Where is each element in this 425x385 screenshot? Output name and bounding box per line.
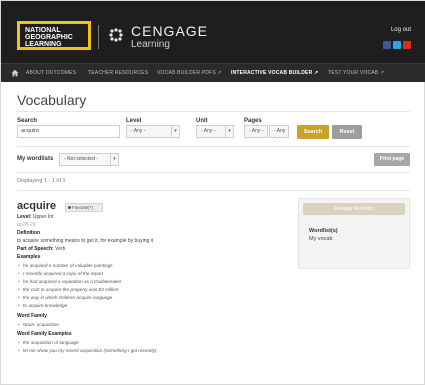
example-item: to acquire knowledge (18, 303, 67, 308)
pos-value: Verb (55, 246, 66, 252)
nav-vocab-builder-pdfs[interactable]: VOCAB BUILDER PDFS ↗ (157, 70, 222, 76)
nav-teacher-resources[interactable]: TEACHER RESOURCES (88, 70, 148, 76)
wordlist-panel: Manage Wordlists Wordlist(s) My vocab (298, 198, 410, 269)
wordlist-select[interactable]: - Not selected - ▾ (59, 153, 119, 166)
cengage-mark-icon (109, 28, 123, 42)
nav-about-outcomes[interactable]: ABOUT OUTCOMES (26, 70, 76, 76)
entry-pos: Part of Speech: Verb (17, 246, 65, 252)
definition-text: to acquire something means to get it, fo… (17, 238, 154, 244)
level-label: Level (126, 118, 142, 124)
pages-from-value: - Any - (249, 128, 264, 134)
twitter-icon[interactable] (393, 41, 401, 49)
pages-to-value: - Any - (274, 128, 286, 145)
definition-label: Definition (17, 230, 41, 236)
app-window: NATIONAL GEOGRAPHIC LEARNING CENGAGE Lea… (0, 0, 425, 385)
word-family-heading: Word Family (17, 313, 47, 319)
reset-button[interactable]: Reset (332, 125, 362, 139)
page-title: Vocabulary (17, 92, 87, 108)
entry-pages: pp28-29 (17, 222, 36, 228)
my-wordlists-label: My wordlists (17, 156, 54, 162)
example-item: I recently acquired a copy of the report (18, 271, 103, 276)
pages-from-select[interactable]: - Any - (244, 125, 268, 138)
definition-heading: Definition (17, 230, 40, 236)
cengage-wordmark-sub: Learning (131, 39, 170, 50)
search-button[interactable]: Search (297, 125, 329, 139)
divider (17, 111, 410, 112)
site-header: NATIONAL GEOGRAPHIC LEARNING CENGAGE Lea… (1, 1, 425, 63)
facebook-icon[interactable] (383, 41, 391, 49)
chevron-down-icon: ▾ (110, 154, 118, 165)
natgeo-logo[interactable]: NATIONAL GEOGRAPHIC LEARNING (17, 21, 91, 50)
pages-to-select[interactable]: - Any - (269, 125, 289, 145)
entry-word: acquire (17, 200, 57, 212)
examples-heading: Examples (17, 254, 40, 260)
print-page-button[interactable]: Print page (374, 153, 410, 166)
search-label: Search (17, 118, 38, 124)
level-select[interactable]: - Any - ▾ (126, 125, 180, 138)
favorite-badge-label: Favorite(*) (72, 205, 94, 210)
wordlist-item[interactable]: My vocab (309, 236, 333, 242)
chevron-down-icon: ▾ (171, 126, 179, 137)
natgeo-logo-line: GEOGRAPHIC (25, 34, 73, 41)
main-nav: ABOUT OUTCOMES TEACHER RESOURCES VOCAB B… (1, 63, 425, 82)
natgeo-logo-line: NATIONAL (25, 27, 61, 34)
example-item: the cost to acquire the property was $3 … (18, 287, 118, 292)
search-input[interactable]: acquire (17, 125, 120, 138)
divider (17, 172, 410, 173)
social-links (383, 41, 411, 49)
word-family-examples-heading: Word Family Examples (17, 331, 72, 337)
results-count: Displaying 1 - 1 of 1 (17, 178, 66, 184)
level-select-value: - Any - (131, 128, 146, 134)
nav-interactive-vocab-builder[interactable]: INTERACTIVE VOCAB BUILDER ↗ (231, 70, 318, 76)
cengage-wordmark: CENGAGE (131, 23, 209, 39)
level-field-label: Level: (17, 214, 32, 220)
word-family-item: Noun: acquisition (18, 322, 59, 327)
pos-label: Part of Speech: (17, 246, 54, 252)
chevron-down-icon: ▾ (225, 126, 233, 137)
nav-test-your-vocab[interactable]: TEST YOUR VOCAB ↗ (328, 70, 384, 76)
favorite-badge[interactable]: Favorite(*) (65, 203, 103, 212)
wordlist-select-value: - Not selected - (64, 156, 98, 162)
word-family-label: Word Family (17, 313, 47, 319)
divider (17, 146, 410, 147)
example-item: he acquired a number of valuable paintin… (18, 263, 113, 268)
word-family-example-item: the acquisition of language (18, 340, 79, 345)
example-item: the way in which children acquire langua… (18, 295, 112, 300)
logo-divider (98, 25, 99, 49)
wordlists-title: Wordlist(s) (309, 228, 338, 234)
home-icon[interactable] (11, 69, 19, 77)
manage-wordlists-button[interactable]: Manage Wordlists (303, 203, 405, 215)
divider (17, 190, 410, 191)
unit-select-value: - Any - (201, 128, 216, 134)
natgeo-logo-line: LEARNING (25, 41, 62, 48)
star-icon (68, 206, 71, 210)
level-field-value: Upper Int (32, 214, 54, 220)
word-family-examples-label: Word Family Examples (17, 331, 72, 337)
example-item: he had acquired a reputation as a troubl… (18, 279, 121, 284)
entry-level: Level: Upper Int (17, 214, 53, 220)
word-family-example-item: let me show you my recent acquisition (s… (18, 348, 156, 353)
examples-label: Examples (17, 254, 41, 260)
youtube-icon[interactable] (403, 41, 411, 49)
pages-label: Pages (244, 118, 262, 124)
unit-label: Unit (196, 118, 208, 124)
logout-link[interactable]: Log out (391, 27, 411, 33)
unit-select[interactable]: - Any - ▾ (196, 125, 234, 138)
